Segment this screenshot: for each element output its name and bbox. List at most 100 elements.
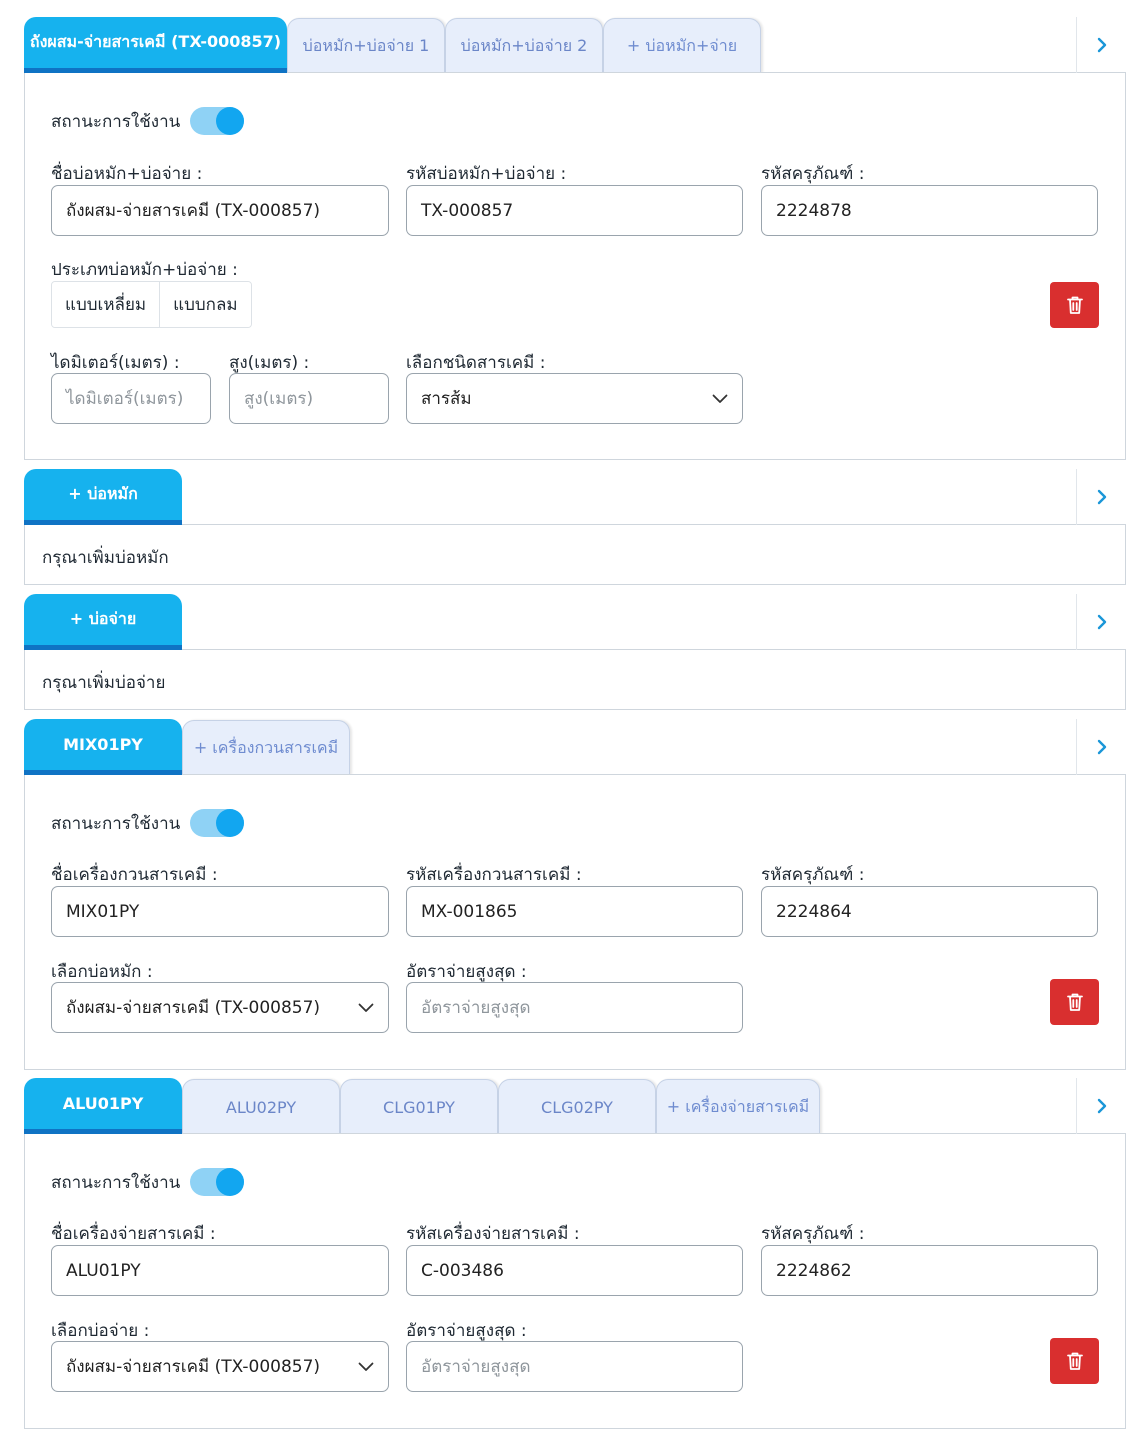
dispense-tabbar: + บ่อจ่าย [24,594,1126,650]
trash-icon [1066,296,1083,314]
tab-label: CLG02PY [541,1097,613,1117]
asset-code-label: รหัสครุภัณฑ์ : [761,164,865,184]
tab-add-mixer[interactable]: + เครื่องกวนสารเคมี [182,720,350,775]
dispense-panel: กรุณาเพิ่มบ่อจ่าย [24,650,1126,710]
chevron-down-icon [358,1003,374,1012]
mixer-name-input[interactable]: MIX01PY [51,886,389,937]
pond-type-round-option[interactable]: แบบกลม [159,282,251,327]
tab-mixer-mix01py[interactable]: MIX01PY [24,719,182,775]
chevron-right-icon [1097,739,1106,755]
toggle-knob [216,107,245,135]
select-dispense-pond-label: เลือกบ่อจ่าย : [51,1321,150,1341]
max-rate-label: อัตราจ่ายสูงสุด : [406,1321,527,1341]
tab-add-ferment[interactable]: + บ่อหมัก [24,469,182,525]
mixer-code-input[interactable]: MX-001865 [406,886,743,937]
tab-doser-clg01py[interactable]: CLG01PY [340,1079,498,1134]
toggle-knob [216,809,245,837]
tab-label: + บ่อหมัก+จ่าย [626,35,738,55]
pond-name-label: ชื่อบ่อหมัก+บ่อจ่าย : [51,164,203,184]
chevron-down-icon [712,394,728,403]
pond-type-selector: แบบเหลี่ยม แบบกลม [51,281,252,328]
tab-label: MIX01PY [63,735,143,754]
tab-label: บ่อหมัก+บ่อจ่าย 2 [460,35,588,55]
status-label: สถานะการใช้งาน [51,813,181,834]
max-rate-input[interactable]: อัตราจ่ายสูงสุด [406,1341,743,1392]
tabs-next-button[interactable] [1076,469,1126,525]
chemical-type-select[interactable]: สารส้ม [406,373,743,424]
tab-doser-clg02py[interactable]: CLG02PY [498,1079,656,1134]
pond-code-label: รหัสบ่อหมัก+บ่อจ่าย : [406,164,567,184]
height-label: สูง(เมตร) : [229,353,310,373]
tab-label: + เครื่องกวนสารเคมี [193,737,339,757]
pond-type-label: ประเภทบ่อหมัก+บ่อจ่าย : [51,260,238,280]
mixer-tabbar: MIX01PY + เครื่องกวนสารเคมี [24,719,1126,775]
ferment-panel: กรุณาเพิ่มบ่อหมัก [24,525,1126,585]
trash-icon [1066,1352,1083,1370]
doser-tabbar: ALU01PY ALU02PY CLG01PY CLG02PY + เครื่อ… [24,1078,1126,1134]
asset-code-input[interactable]: 2224862 [761,1245,1098,1296]
dispense-section: + บ่อจ่าย กรุณาเพิ่มบ่อจ่าย [24,594,1126,710]
tabs-next-button[interactable] [1076,719,1126,775]
tab-label: ALU02PY [225,1097,297,1117]
tab-pond-1[interactable]: บ่อหมัก+บ่อจ่าย 1 [287,18,445,73]
tab-add-pond[interactable]: + บ่อหมัก+จ่าย [603,18,761,73]
asset-code-label: รหัสครุภัณฑ์ : [761,1224,865,1244]
status-label: สถานะการใช้งาน [51,1172,181,1193]
asset-code-input[interactable]: 2224878 [761,185,1098,236]
delete-button[interactable] [1050,979,1099,1025]
delete-button[interactable] [1050,282,1099,328]
diameter-input[interactable]: ไดมิเตอร์(เมตร) [51,373,211,424]
status-toggle[interactable] [190,1168,245,1196]
toggle-knob [216,1168,245,1196]
height-input[interactable]: สูง(เมตร) [229,373,389,424]
tab-pond-2[interactable]: บ่อหมัก+บ่อจ่าย 2 [445,18,603,73]
mixer-code-label: รหัสเครื่องกวนสารเคมี : [406,865,582,885]
asset-code-input[interactable]: 2224864 [761,886,1098,937]
doser-code-input[interactable]: C-003486 [406,1245,743,1296]
tab-doser-alu01py[interactable]: ALU01PY [24,1078,182,1134]
tab-label: + บ่อจ่าย [69,609,137,628]
chevron-right-icon [1097,614,1106,630]
status-row: สถานะการใช้งาน [51,1168,245,1196]
doser-section: ALU01PY ALU02PY CLG01PY CLG02PY + เครื่อ… [24,1078,1126,1429]
empty-message: กรุณาเพิ่มบ่อจ่าย [42,673,166,693]
status-toggle[interactable] [190,809,245,837]
select-value: สารส้ม [421,389,472,409]
status-toggle[interactable] [190,107,245,135]
tab-label: + บ่อหมัก [68,484,138,503]
pond-type-square-option[interactable]: แบบเหลี่ยม [52,282,160,327]
tab-label: ALU01PY [62,1094,144,1113]
ferment-tabbar: + บ่อหมัก [24,469,1126,525]
tab-doser-alu02py[interactable]: ALU02PY [182,1079,340,1134]
tab-add-dispense[interactable]: + บ่อจ่าย [24,594,182,650]
status-row: สถานะการใช้งาน [51,107,245,135]
doser-name-input[interactable]: ALU01PY [51,1245,389,1296]
tab-pond-tx-000857[interactable]: ถังผสม-จ่ายสารเคมี (TX-000857) [24,17,287,73]
asset-code-label: รหัสครุภัณฑ์ : [761,865,865,885]
pond-code-input[interactable]: TX-000857 [406,185,743,236]
chevron-right-icon [1097,1098,1106,1114]
tabs-next-button[interactable] [1076,1078,1126,1134]
pond-panel: สถานะการใช้งาน ชื่อบ่อหมัก+บ่อจ่าย : ถัง… [24,73,1126,460]
tab-label: + เครื่องจ่ายสารเคมี [666,1096,810,1116]
tabs-next-button[interactable] [1076,17,1126,73]
tabs-next-button[interactable] [1076,594,1126,650]
tab-add-doser[interactable]: + เครื่องจ่ายสารเคมี [656,1079,820,1134]
doser-code-label: รหัสเครื่องจ่ายสารเคมี : [406,1224,580,1244]
pond-name-input[interactable]: ถังผสม-จ่ายสารเคมี (TX-000857) [51,185,389,236]
select-dispense-pond-dropdown[interactable]: ถังผสม-จ่ายสารเคมี (TX-000857) [51,1341,389,1392]
tab-label: CLG01PY [383,1097,455,1117]
doser-panel: สถานะการใช้งาน ชื่อเครื่องจ่ายสารเคมี : … [24,1134,1126,1429]
max-rate-input[interactable]: อัตราจ่ายสูงสุด [406,982,743,1033]
delete-button[interactable] [1050,1338,1099,1384]
ferment-section: + บ่อหมัก กรุณาเพิ่มบ่อหมัก [24,469,1126,585]
select-pond-dropdown[interactable]: ถังผสม-จ่ายสารเคมี (TX-000857) [51,982,389,1033]
select-pond-label: เลือกบ่อหมัก : [51,962,153,982]
chemical-type-label: เลือกชนิดสารเคมี : [406,353,546,373]
chevron-down-icon [358,1362,374,1371]
select-value: ถังผสม-จ่ายสารเคมี (TX-000857) [66,1357,321,1377]
max-rate-label: อัตราจ่ายสูงสุด : [406,962,527,982]
pond-section: ถังผสม-จ่ายสารเคมี (TX-000857) บ่อหมัก+บ… [24,17,1126,460]
status-row: สถานะการใช้งาน [51,809,245,837]
trash-icon [1066,993,1083,1011]
